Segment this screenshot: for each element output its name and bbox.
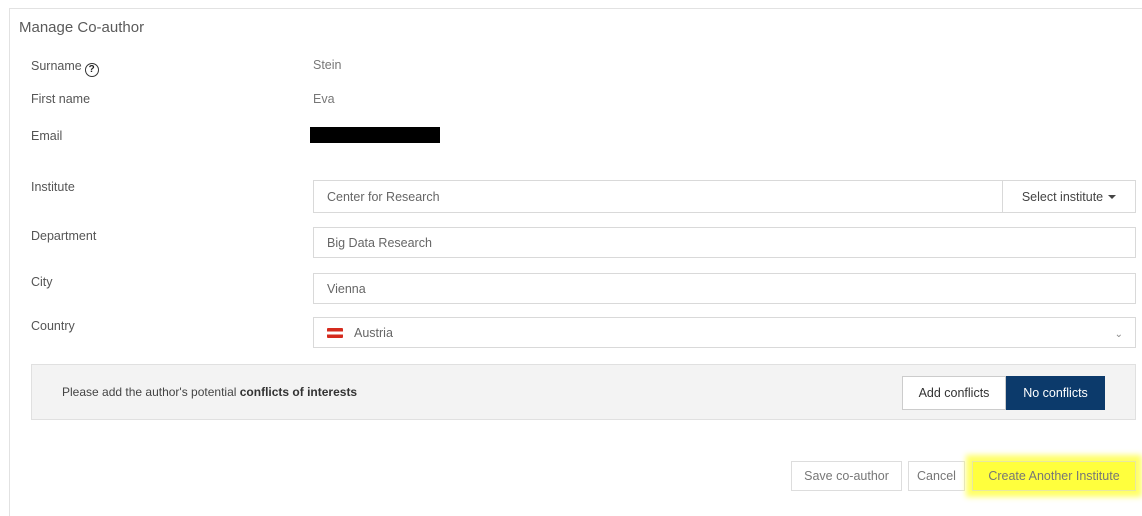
save-coauthor-button[interactable]: Save co-author: [791, 461, 902, 491]
page-title: Manage Co-author: [19, 19, 145, 36]
create-another-institute-button[interactable]: Create Another Institute: [972, 461, 1136, 491]
country-value: Austria: [354, 325, 393, 340]
conflicts-prompt: Please add the author's potential confli…: [62, 385, 357, 399]
chevron-down-icon: ⌄: [1114, 329, 1123, 340]
caret-down-icon: [1108, 194, 1117, 199]
select-institute-button[interactable]: Select institute: [1002, 180, 1136, 213]
firstname-value: Eva: [313, 92, 335, 106]
select-institute-label: Select institute: [1021, 189, 1104, 204]
department-label: Department: [31, 229, 97, 243]
institute-label: Institute: [31, 180, 75, 194]
conflicts-box: Please add the author's potential confli…: [31, 364, 1136, 420]
institute-field[interactable]: Center for Research: [313, 180, 1003, 213]
city-field[interactable]: Vienna: [313, 273, 1136, 304]
city-value: Vienna: [327, 281, 366, 296]
conflicts-prompt-emphasis: conflicts of interests: [239, 385, 358, 399]
department-value: Big Data Research: [327, 235, 432, 250]
email-redacted: [310, 127, 440, 143]
city-label: City: [31, 275, 53, 289]
country-label: Country: [31, 319, 75, 333]
surname-value: Stein: [313, 58, 342, 72]
manage-coauthor-panel: [9, 8, 1142, 516]
country-select[interactable]: Austria ⌄: [313, 317, 1136, 348]
austria-flag-icon: [327, 327, 343, 338]
surname-label: Surname: [31, 59, 82, 73]
department-field[interactable]: Big Data Research: [313, 227, 1136, 258]
email-label: Email: [31, 129, 63, 143]
help-icon[interactable]: ?: [84, 63, 99, 77]
cancel-button[interactable]: Cancel: [908, 461, 965, 491]
add-conflicts-button[interactable]: Add conflicts: [902, 376, 1006, 410]
firstname-label: First name: [31, 92, 91, 106]
conflicts-prompt-prefix: Please add the author's potential: [62, 385, 240, 399]
institute-value: Center for Research: [327, 189, 440, 204]
surname-label-row: Surname?: [31, 59, 99, 77]
no-conflicts-button[interactable]: No conflicts: [1006, 376, 1105, 410]
